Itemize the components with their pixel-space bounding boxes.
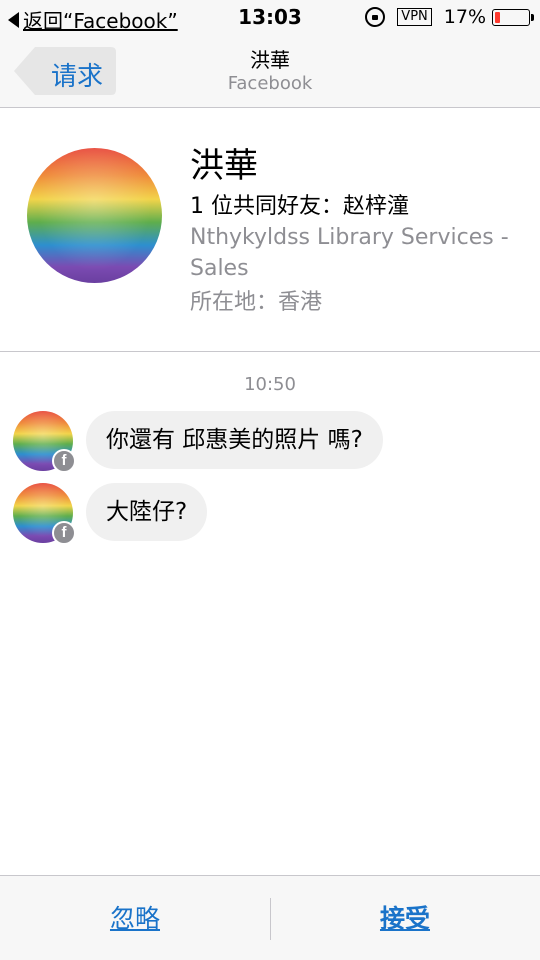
facebook-badge-icon: f xyxy=(52,521,76,545)
mutual-friends: 1 位共同好友：赵梓潼 xyxy=(190,194,409,219)
conversation-subtitle: Facebook xyxy=(227,73,313,94)
accept-button[interactable]: 接受 xyxy=(270,876,540,960)
message-row: f 你還有 邱惠美的照片 嗎? xyxy=(13,411,533,473)
request-action-bar: 忽略 接受 xyxy=(0,875,540,960)
profile-location: 所在地：香港 xyxy=(190,290,323,315)
message-row: f 大陸仔? xyxy=(13,483,533,545)
battery-percent: 17% xyxy=(443,6,486,28)
message-bubble[interactable]: 你還有 邱惠美的照片 嗎? xyxy=(86,411,383,469)
ignore-button[interactable]: 忽略 xyxy=(0,876,270,960)
vpn-badge: VPN xyxy=(397,8,432,26)
battery-icon xyxy=(492,8,534,26)
message-bubble[interactable]: 大陸仔? xyxy=(86,483,208,541)
conversation-title: 洪華 xyxy=(250,48,290,72)
status-bar: 返回“Facebook” 13:03 VPN 17% xyxy=(0,0,540,36)
profile-work: Nthykyldss Library Services - Sales xyxy=(190,225,509,281)
rainbow-avatar-image xyxy=(27,148,162,283)
message-timestamp: 10:50 xyxy=(244,374,296,395)
profile-name: 洪華 xyxy=(190,146,258,186)
status-indicators: VPN 17% xyxy=(365,6,534,28)
profile-avatar[interactable] xyxy=(27,148,162,283)
rotation-lock-icon xyxy=(365,7,386,27)
navigation-bar: 请求 洪華 Facebook xyxy=(0,36,540,108)
facebook-badge-icon: f xyxy=(52,449,76,473)
profile-header: 洪華 1 位共同好友：赵梓潼 Nthykyldss Library Servic… xyxy=(0,108,540,352)
battery-level-fill xyxy=(495,11,501,23)
